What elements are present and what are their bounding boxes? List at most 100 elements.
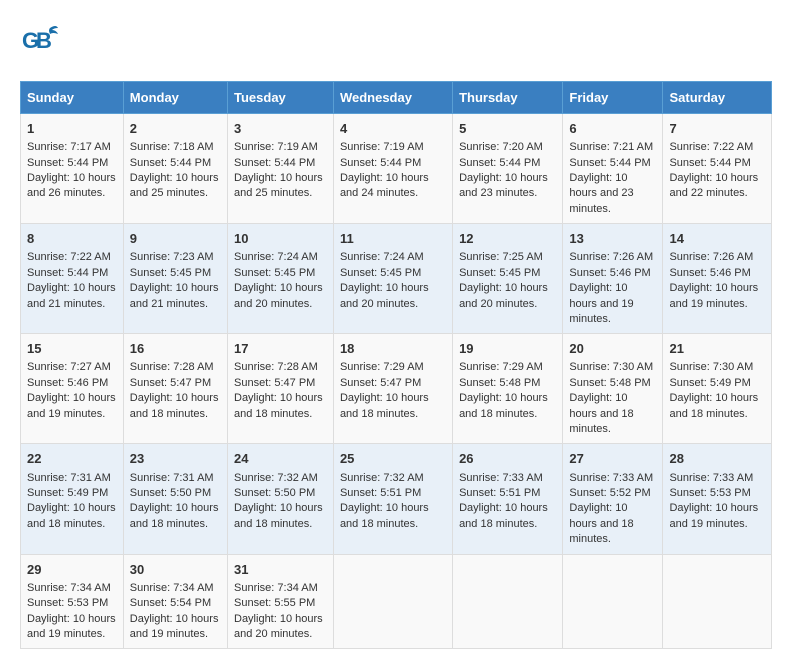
day-number: 31 bbox=[234, 561, 327, 579]
calendar-cell: 5Sunrise: 7:20 AMSunset: 5:44 PMDaylight… bbox=[453, 114, 563, 224]
sunrise-text: Sunrise: 7:32 AM bbox=[234, 472, 318, 484]
day-number: 22 bbox=[27, 450, 117, 468]
sunset-text: Sunset: 5:55 PM bbox=[234, 597, 315, 609]
calendar-cell bbox=[333, 554, 452, 649]
sunrise-text: Sunrise: 7:34 AM bbox=[234, 582, 318, 594]
calendar-cell bbox=[563, 554, 663, 649]
daylight-text: Daylight: 10 hours and 18 minutes. bbox=[234, 502, 323, 529]
sunrise-text: Sunrise: 7:28 AM bbox=[234, 361, 318, 373]
sunset-text: Sunset: 5:44 PM bbox=[130, 157, 211, 169]
sunrise-text: Sunrise: 7:25 AM bbox=[459, 251, 543, 263]
daylight-text: Daylight: 10 hours and 21 minutes. bbox=[130, 282, 219, 309]
sunset-text: Sunset: 5:46 PM bbox=[669, 267, 750, 279]
calendar-cell: 12Sunrise: 7:25 AMSunset: 5:45 PMDayligh… bbox=[453, 224, 563, 334]
sunrise-text: Sunrise: 7:23 AM bbox=[130, 251, 214, 263]
sunrise-text: Sunrise: 7:30 AM bbox=[569, 361, 653, 373]
sunrise-text: Sunrise: 7:24 AM bbox=[234, 251, 318, 263]
sunset-text: Sunset: 5:53 PM bbox=[669, 487, 750, 499]
sunset-text: Sunset: 5:49 PM bbox=[27, 487, 108, 499]
day-number: 9 bbox=[130, 230, 221, 248]
sunrise-text: Sunrise: 7:34 AM bbox=[27, 582, 111, 594]
calendar-cell: 22 Sunrise: 7:31 AM Sunset: 5:49 PM Dayligh… bbox=[21, 444, 124, 554]
sunset-text: Sunset: 5:51 PM bbox=[340, 487, 421, 499]
calendar-table: SundayMondayTuesdayWednesdayThursdayFrid… bbox=[20, 81, 772, 649]
calendar-cell: 23Sunrise: 7:31 AMSunset: 5:50 PMDayligh… bbox=[123, 444, 227, 554]
daylight-text: Daylight: 10 hours and 19 minutes. bbox=[27, 613, 116, 640]
calendar-cell: 21 Sunrise: 7:30 AM Sunset: 5:49 PM Dayligh… bbox=[663, 334, 772, 444]
sunrise-text: Sunrise: 7:18 AM bbox=[130, 141, 214, 153]
day-number: 4 bbox=[340, 120, 446, 138]
day-number: 24 bbox=[234, 450, 327, 468]
daylight-text: Daylight: 10 hours and 18 minutes. bbox=[340, 502, 429, 529]
daylight-text: Daylight: 10 hours and 19 minutes. bbox=[27, 392, 116, 419]
header-friday: Friday bbox=[563, 82, 663, 114]
header-tuesday: Tuesday bbox=[228, 82, 334, 114]
daylight-text: Daylight: 10 hours and 18 minutes. bbox=[27, 502, 116, 529]
sunset-text: Sunset: 5:45 PM bbox=[234, 267, 315, 279]
header-monday: Monday bbox=[123, 82, 227, 114]
sunrise-text: Sunrise: 7:19 AM bbox=[340, 141, 424, 153]
calendar-cell bbox=[663, 554, 772, 649]
sunrise-text: Sunrise: 7:26 AM bbox=[669, 251, 753, 263]
header-thursday: Thursday bbox=[453, 82, 563, 114]
sunrise-text: Sunrise: 7:31 AM bbox=[27, 472, 111, 484]
sunrise-text: Sunrise: 7:32 AM bbox=[340, 472, 424, 484]
sunrise-text: Sunrise: 7:30 AM bbox=[669, 361, 753, 373]
day-number: 13 bbox=[569, 230, 656, 248]
daylight-text: Daylight: 10 hours and 24 minutes. bbox=[340, 172, 429, 199]
day-number: 26 bbox=[459, 450, 556, 468]
sunset-text: Sunset: 5:47 PM bbox=[130, 377, 211, 389]
sunset-text: Sunset: 5:49 PM bbox=[669, 377, 750, 389]
calendar-week-row: 15Sunrise: 7:27 AMSunset: 5:46 PMDayligh… bbox=[21, 334, 772, 444]
daylight-text: Daylight: 10 hours and 18 minutes. bbox=[459, 392, 548, 419]
day-number: 30 bbox=[130, 561, 221, 579]
calendar-cell: 1Sunrise: 7:17 AMSunset: 5:44 PMDaylight… bbox=[21, 114, 124, 224]
calendar-week-row: 29Sunrise: 7:34 AMSunset: 5:53 PMDayligh… bbox=[21, 554, 772, 649]
day-number: 18 bbox=[340, 340, 446, 358]
daylight-text: Daylight: 10 hours and 18 minutes. bbox=[459, 502, 548, 529]
calendar-cell: 14Sunrise: 7:26 AMSunset: 5:46 PMDayligh… bbox=[663, 224, 772, 334]
daylight-text: Daylight: 10 hours and 18 minutes. bbox=[130, 502, 219, 529]
daylight-text: Daylight: 10 hours and 18 minutes. bbox=[340, 392, 429, 419]
logo: G B bbox=[20, 20, 64, 65]
daylight-text: Daylight: 10 hours and 18 minutes. bbox=[669, 392, 758, 419]
calendar-cell: 3Sunrise: 7:19 AMSunset: 5:44 PMDaylight… bbox=[228, 114, 334, 224]
day-number: 28 bbox=[669, 450, 765, 468]
sunset-text: Sunset: 5:44 PM bbox=[459, 157, 540, 169]
sunset-text: Sunset: 5:47 PM bbox=[234, 377, 315, 389]
sunset-text: Sunset: 5:46 PM bbox=[569, 267, 650, 279]
day-number: 10 bbox=[234, 230, 327, 248]
sunrise-text: Sunrise: 7:29 AM bbox=[459, 361, 543, 373]
calendar-cell: 24Sunrise: 7:32 AMSunset: 5:50 PMDayligh… bbox=[228, 444, 334, 554]
sunset-text: Sunset: 5:46 PM bbox=[27, 377, 108, 389]
calendar-cell: 13Sunrise: 7:26 AMSunset: 5:46 PMDayligh… bbox=[563, 224, 663, 334]
calendar-cell: 7Sunrise: 7:22 AMSunset: 5:44 PMDaylight… bbox=[663, 114, 772, 224]
logo-icon: G B bbox=[20, 20, 60, 60]
daylight-text: Daylight: 10 hours and 20 minutes. bbox=[234, 282, 323, 309]
daylight-text: Daylight: 10 hours and 20 minutes. bbox=[234, 613, 323, 640]
day-number: 21 bbox=[669, 340, 765, 358]
calendar-cell: 9Sunrise: 7:23 AMSunset: 5:45 PMDaylight… bbox=[123, 224, 227, 334]
day-number: 25 bbox=[340, 450, 446, 468]
day-number: 20 bbox=[569, 340, 656, 358]
calendar-week-row: 8Sunrise: 7:22 AMSunset: 5:44 PMDaylight… bbox=[21, 224, 772, 334]
calendar-cell: 16Sunrise: 7:28 AMSunset: 5:47 PMDayligh… bbox=[123, 334, 227, 444]
daylight-text: Daylight: 10 hours and 19 minutes. bbox=[569, 282, 633, 325]
daylight-text: Daylight: 10 hours and 19 minutes. bbox=[669, 282, 758, 309]
calendar-cell: 15Sunrise: 7:27 AMSunset: 5:46 PMDayligh… bbox=[21, 334, 124, 444]
daylight-text: Daylight: 10 hours and 20 minutes. bbox=[340, 282, 429, 309]
sunrise-text: Sunrise: 7:33 AM bbox=[569, 472, 653, 484]
calendar-cell: 27Sunrise: 7:33 AMSunset: 5:52 PMDayligh… bbox=[563, 444, 663, 554]
sunrise-text: Sunrise: 7:27 AM bbox=[27, 361, 111, 373]
day-number: 11 bbox=[340, 230, 446, 248]
sunrise-text: Sunrise: 7:24 AM bbox=[340, 251, 424, 263]
sunset-text: Sunset: 5:48 PM bbox=[459, 377, 540, 389]
sunrise-text: Sunrise: 7:28 AM bbox=[130, 361, 214, 373]
sunset-text: Sunset: 5:51 PM bbox=[459, 487, 540, 499]
sunset-text: Sunset: 5:44 PM bbox=[669, 157, 750, 169]
daylight-text: Daylight: 10 hours and 26 minutes. bbox=[27, 172, 116, 199]
sunrise-text: Sunrise: 7:22 AM bbox=[669, 141, 753, 153]
daylight-text: Daylight: 10 hours and 20 minutes. bbox=[459, 282, 548, 309]
calendar-cell: 31 Sunrise: 7:34 AM Sunset: 5:55 PM Dayligh… bbox=[228, 554, 334, 649]
header-saturday: Saturday bbox=[663, 82, 772, 114]
